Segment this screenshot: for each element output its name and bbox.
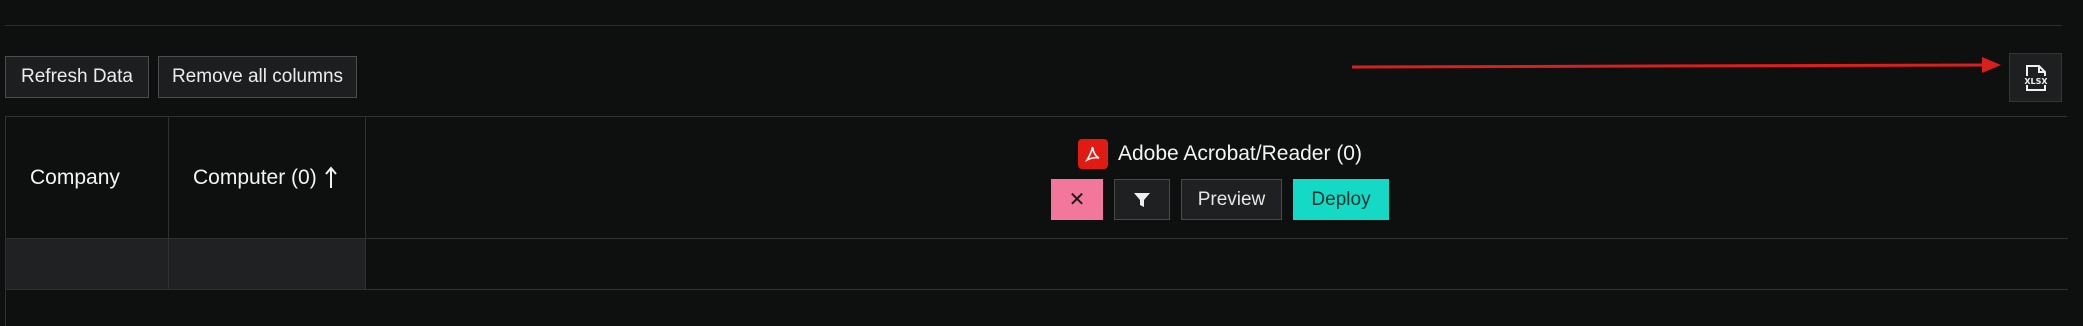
xlsx-file-icon: XLSX [2023, 64, 2048, 91]
adobe-acrobat-icon [1078, 139, 1108, 169]
preview-button[interactable]: Preview [1181, 179, 1282, 220]
divider [6, 289, 2068, 290]
column-header-label: Computer (0) [193, 165, 317, 189]
arrow-right-icon [1351, 57, 2001, 73]
column-header-adobe-acrobat: Adobe Acrobat/Reader (0) ✕ Preview Deplo… [366, 117, 2068, 238]
table-cell-company[interactable] [6, 239, 169, 289]
remove-column-button[interactable]: ✕ [1051, 179, 1103, 220]
export-xlsx-button[interactable]: XLSX [2009, 53, 2062, 102]
column-title: Adobe Acrobat/Reader (0) [1078, 139, 1362, 169]
column-header-label: Company [30, 165, 120, 189]
page: Refresh Data Remove all columns XLSX Com… [0, 0, 2083, 326]
column-header-company[interactable]: Company [6, 117, 169, 238]
filter-icon [1134, 192, 1150, 207]
filter-button[interactable] [1114, 179, 1170, 220]
table-cell-computer[interactable] [169, 239, 366, 289]
column-header-computer[interactable]: Computer (0) [169, 117, 366, 238]
svg-text:XLSX: XLSX [2024, 77, 2048, 86]
sort-ascending-icon[interactable] [324, 165, 337, 190]
deploy-button[interactable]: Deploy [1293, 179, 1389, 220]
data-table: Company Computer (0) Adobe Acrobat/Reade… [5, 116, 2068, 326]
column-header-label: Adobe Acrobat/Reader (0) [1118, 142, 1362, 165]
